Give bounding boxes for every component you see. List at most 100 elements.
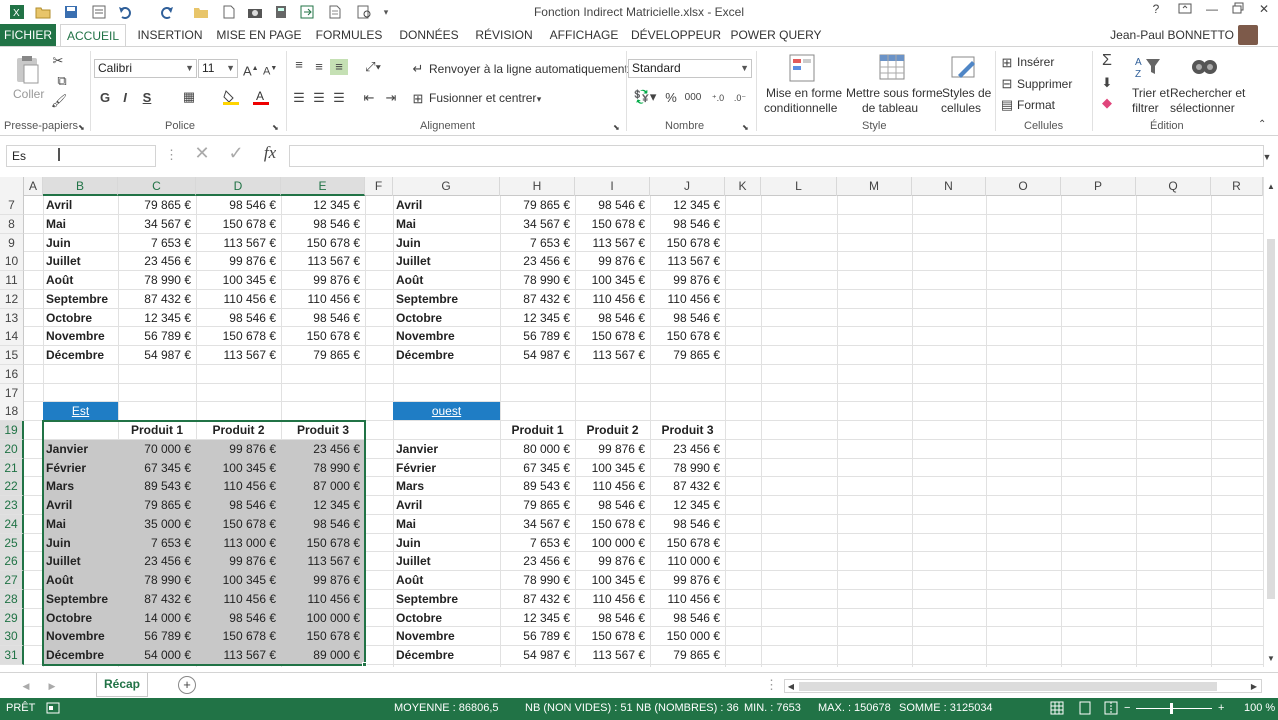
month-cell[interactable]: Mai <box>393 215 500 233</box>
value-cell[interactable]: 87 432 € <box>500 590 575 608</box>
column-header[interactable]: Q <box>1136 177 1211 196</box>
row-header[interactable]: 26 <box>0 552 24 572</box>
value-cell[interactable]: 98 546 € <box>281 309 365 327</box>
value-cell[interactable]: 89 543 € <box>118 477 196 495</box>
vertical-scrollbar[interactable]: ▲ ▼ <box>1263 177 1278 667</box>
value-cell[interactable]: 12 345 € <box>118 309 196 327</box>
collapse-ribbon-icon[interactable]: ⌃ <box>1258 117 1266 133</box>
sort-filter-button[interactable]: Trier et <box>1132 86 1170 100</box>
value-cell[interactable]: 98 546 € <box>575 196 650 214</box>
value-cell[interactable]: 110 456 € <box>650 290 725 308</box>
value-cell[interactable]: 12 345 € <box>500 309 575 327</box>
tab-review[interactable]: RÉVISION <box>470 24 538 46</box>
row-header[interactable]: 12 <box>0 289 24 309</box>
cancel-icon[interactable]: ✕ <box>192 144 212 162</box>
row-header[interactable]: 19 <box>0 421 24 440</box>
column-header[interactable]: E <box>281 177 365 196</box>
value-cell[interactable]: 100 345 € <box>196 459 281 477</box>
month-cell[interactable]: Juillet <box>43 252 118 270</box>
find-select-icon[interactable] <box>1190 53 1218 81</box>
value-cell[interactable]: 150 678 € <box>196 515 281 533</box>
scroll-right-icon[interactable]: ▶ <box>1249 679 1259 695</box>
zoom-out-icon[interactable]: − <box>1124 702 1130 714</box>
value-cell[interactable]: 100 000 € <box>575 534 650 552</box>
product-header-cell[interactable]: Produit 2 <box>196 421 281 439</box>
scroll-up-icon[interactable]: ▲ <box>1266 179 1276 195</box>
month-cell[interactable]: Avril <box>393 196 500 214</box>
sheet-tab-recap[interactable]: Récap <box>96 673 148 697</box>
month-cell[interactable]: Janvier <box>43 440 118 458</box>
row-header[interactable]: 16 <box>0 364 24 384</box>
value-cell[interactable]: 87 432 € <box>650 477 725 495</box>
merge-dropdown-icon[interactable]: ▾ <box>534 91 544 107</box>
paste-button[interactable]: Coller <box>13 87 44 101</box>
month-cell[interactable]: Janvier <box>393 440 500 458</box>
value-cell[interactable]: 79 865 € <box>118 196 196 214</box>
value-cell[interactable]: 98 546 € <box>196 609 281 627</box>
row-header[interactable]: 14 <box>0 327 24 347</box>
merge-center-icon[interactable]: ⊞ <box>410 91 426 107</box>
borders-icon[interactable]: ▦ <box>178 89 200 105</box>
paste-icon[interactable] <box>14 55 42 84</box>
value-cell[interactable]: 150 678 € <box>281 234 365 252</box>
month-cell[interactable]: Juin <box>43 234 118 252</box>
value-cell[interactable]: 54 987 € <box>500 646 575 664</box>
value-cell[interactable]: 99 876 € <box>196 440 281 458</box>
grow-font-icon[interactable]: A▲ <box>243 61 259 79</box>
currency-icon[interactable]: 💱▾ <box>632 89 658 105</box>
fill-icon[interactable]: ⬇ <box>1098 75 1116 91</box>
product-header-cell[interactable]: Produit 3 <box>650 421 725 439</box>
align-center-icon[interactable]: ☰ <box>310 90 328 106</box>
font-name-select[interactable]: Calibri ▼ <box>94 59 197 78</box>
row-header[interactable]: 23 <box>0 496 24 515</box>
column-header[interactable]: N <box>912 177 986 196</box>
month-cell[interactable]: Décembre <box>393 646 500 664</box>
month-cell[interactable]: Octobre <box>393 309 500 327</box>
month-cell[interactable]: Septembre <box>393 290 500 308</box>
value-cell[interactable]: 98 546 € <box>650 515 725 533</box>
month-cell[interactable]: Octobre <box>393 609 500 627</box>
row-header[interactable]: 7 <box>0 196 24 215</box>
value-cell[interactable]: 150 678 € <box>575 515 650 533</box>
wrap-text-button[interactable]: Renvoyer à la ligne automatiquement <box>429 62 628 76</box>
value-cell[interactable]: 78 990 € <box>118 571 196 589</box>
value-cell[interactable]: 12 345 € <box>650 196 725 214</box>
value-cell[interactable]: 110 456 € <box>281 590 365 608</box>
value-cell[interactable]: 113 567 € <box>196 646 281 664</box>
value-cell[interactable]: 35 000 € <box>118 515 196 533</box>
format-painter-icon[interactable]: 🖌 <box>50 93 68 109</box>
scroll-left-icon[interactable]: ◀ <box>786 679 796 695</box>
copy-icon[interactable]: ⧉ <box>50 73 74 89</box>
align-left-icon[interactable]: ☰ <box>290 90 308 106</box>
column-header[interactable]: L <box>761 177 837 196</box>
format-as-table-button[interactable]: Mettre sous forme <box>846 86 943 100</box>
tab-developer[interactable]: DÉVELOPPEUR <box>630 24 722 46</box>
value-cell[interactable]: 87 432 € <box>118 290 196 308</box>
value-cell[interactable]: 56 789 € <box>118 327 196 345</box>
autosum-icon[interactable]: Σ <box>1098 53 1116 69</box>
delete-cells-icon[interactable]: ⊟ <box>999 76 1015 92</box>
macro-record-icon[interactable] <box>46 701 60 718</box>
value-cell[interactable]: 150 678 € <box>281 327 365 345</box>
value-cell[interactable]: 54 987 € <box>118 346 196 364</box>
column-header[interactable]: P <box>1061 177 1136 196</box>
value-cell[interactable]: 23 456 € <box>118 552 196 570</box>
value-cell[interactable]: 98 546 € <box>575 609 650 627</box>
delete-cells-button[interactable]: Supprimer <box>1017 77 1072 91</box>
product-header-cell[interactable]: Produit 2 <box>575 421 650 439</box>
value-cell[interactable]: 99 876 € <box>281 271 365 289</box>
value-cell[interactable]: 67 345 € <box>118 459 196 477</box>
value-cell[interactable]: 98 546 € <box>196 496 281 514</box>
tab-home[interactable]: ACCUEIL <box>60 24 126 47</box>
value-cell[interactable]: 98 546 € <box>575 496 650 514</box>
month-cell[interactable]: Mars <box>393 477 500 495</box>
value-cell[interactable]: 34 567 € <box>118 215 196 233</box>
month-cell[interactable]: Septembre <box>393 590 500 608</box>
value-cell[interactable]: 70 000 € <box>118 440 196 458</box>
tab-file[interactable]: FICHIER <box>0 24 56 46</box>
help-icon[interactable]: ? <box>1146 2 1166 20</box>
month-cell[interactable]: Avril <box>393 496 500 514</box>
value-cell[interactable]: 23 456 € <box>650 440 725 458</box>
zoom-slider-thumb[interactable] <box>1170 703 1173 714</box>
alignment-launcher-icon[interactable]: ⬊ <box>613 120 620 136</box>
